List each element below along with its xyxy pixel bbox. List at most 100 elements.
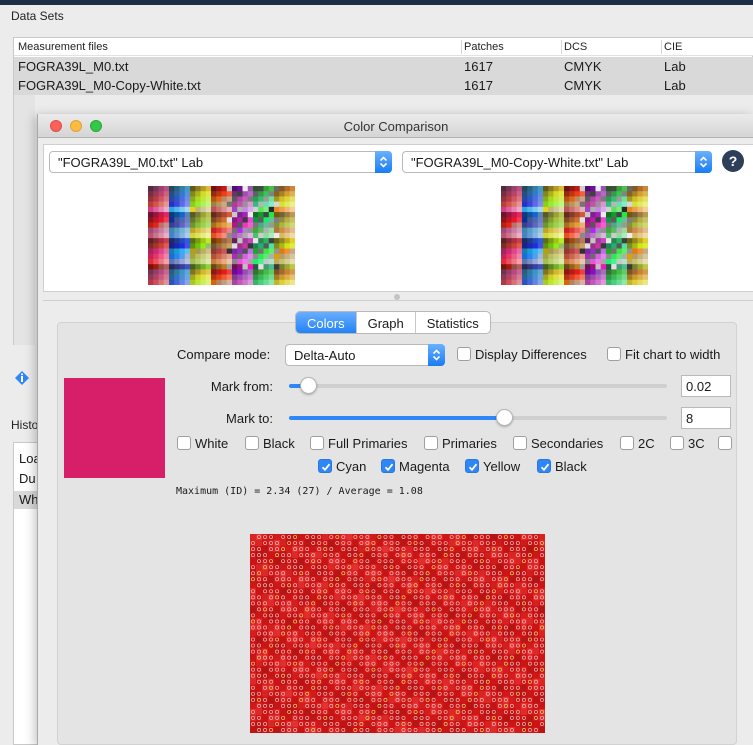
chart-patch [600,212,607,218]
chart-patch [543,274,549,281]
difference-patch [328,660,335,667]
checkmark-icon [468,463,478,472]
table-row[interactable]: FOGRA39L_M0.txt 1617 CMYK Lab [14,57,753,76]
title-bar[interactable]: Color Comparison [38,114,753,138]
filter-checkbox-more[interactable] [718,436,732,450]
difference-patch [508,636,516,643]
difference-patch [472,696,479,704]
chart-patch [616,258,623,265]
chart-patch [253,191,259,197]
chart-patch [585,232,591,239]
compare-mode-select[interactable]: Delta-Auto [285,344,445,366]
chart-patch [247,222,254,228]
difference-patch [400,696,407,704]
filter-checkbox-white[interactable] [177,436,191,450]
column-header-cie[interactable]: CIE [664,41,682,53]
column-header-dcs[interactable]: DCS [564,41,587,53]
chart-patch [506,238,512,244]
column-header-files[interactable]: Measurement files [18,41,108,53]
difference-patch [526,678,534,685]
chart-patch [226,274,233,281]
tab-colors[interactable]: Colors [296,312,356,333]
filter-checkbox-3c[interactable] [670,436,684,450]
chart-patch [258,253,264,260]
filter-checkbox-cyan[interactable] [318,459,332,473]
filter-checkbox-black[interactable] [245,436,259,450]
difference-patch [418,642,425,649]
difference-patch [328,576,335,583]
fit-chart-checkbox[interactable] [607,347,621,361]
chart-patch [637,264,644,270]
difference-patch [364,612,371,619]
mark-from-slider-knob[interactable] [299,377,317,394]
difference-patch [310,618,317,625]
difference-patch [304,534,311,541]
column-header-patches[interactable]: Patches [464,41,504,53]
chart-patch [579,196,586,202]
chart-patch [179,196,186,202]
filter-checkbox-yellow[interactable] [465,459,479,473]
difference-patch [292,672,299,679]
chart-patch [511,279,518,285]
chart-patch [158,253,165,260]
difference-patch [490,684,498,691]
chart-patch [632,217,638,223]
history-item[interactable]: Du [19,471,36,486]
chart-patch [600,264,607,270]
chart-patch [216,212,222,218]
filter-checkbox-black-ink[interactable] [537,459,551,473]
difference-patch [274,594,281,601]
chart-patch [205,264,212,270]
difference-patch [334,552,341,559]
filter-checkbox-magenta[interactable] [381,459,395,473]
chart-patch [527,191,533,197]
chart-patch [595,201,602,208]
difference-patch [352,654,359,661]
tab-graph[interactable]: Graph [355,312,415,333]
chart-patch [558,253,565,260]
difference-patch [268,594,275,601]
right-dataset-select[interactable]: "FOGRA39L_M0-Copy-White.txt" Lab [402,151,712,173]
mark-to-field[interactable]: 8 [681,407,731,429]
tab-statistics[interactable]: Statistics [414,312,490,333]
chart-patch [163,196,170,202]
table-row[interactable]: FOGRA39L_M0-Copy-White.txt 1617 CMYK Lab [14,76,753,95]
history-item[interactable]: Wh [19,492,39,507]
chart-patch [543,222,549,228]
filter-checkbox-primaries[interactable] [424,436,438,450]
mark-from-slider[interactable] [289,377,667,394]
difference-patch [298,672,305,679]
chart-patch [200,274,207,281]
display-differences-label: Display Differences [475,347,587,362]
difference-patch [322,600,329,607]
mark-from-field[interactable]: 0.02 [681,375,731,397]
difference-patch [424,660,431,667]
chart-patch [543,212,549,218]
chart-patch [169,217,175,223]
difference-patch [340,702,347,710]
chart-patch [642,222,648,228]
filter-label: Yellow [483,459,521,474]
difference-patch [424,618,431,625]
mark-to-slider[interactable] [289,409,667,426]
difference-map-chart[interactable] [250,534,545,733]
chart-patch [184,232,191,239]
filter-checkbox-secondaries[interactable] [513,436,527,450]
display-differences-checkbox[interactable] [457,347,471,361]
chart-patch [637,279,644,285]
chart-patch [621,274,628,281]
chart-patch [205,253,212,260]
left-dataset-select[interactable]: "FOGRA39L_M0.txt" Lab [49,151,392,173]
info-diamond-icon[interactable] [14,370,30,386]
difference-patch [430,564,437,571]
chart-patch [153,232,159,239]
chart-patch [258,243,264,249]
filter-checkbox-full-primaries[interactable] [310,436,324,450]
difference-patch [508,684,516,691]
difference-patch [250,612,257,619]
difference-patch [292,570,299,577]
help-button[interactable]: ? [722,150,744,172]
filter-checkbox-2c[interactable] [620,436,634,450]
difference-patch [484,714,492,722]
difference-patch [430,582,437,589]
